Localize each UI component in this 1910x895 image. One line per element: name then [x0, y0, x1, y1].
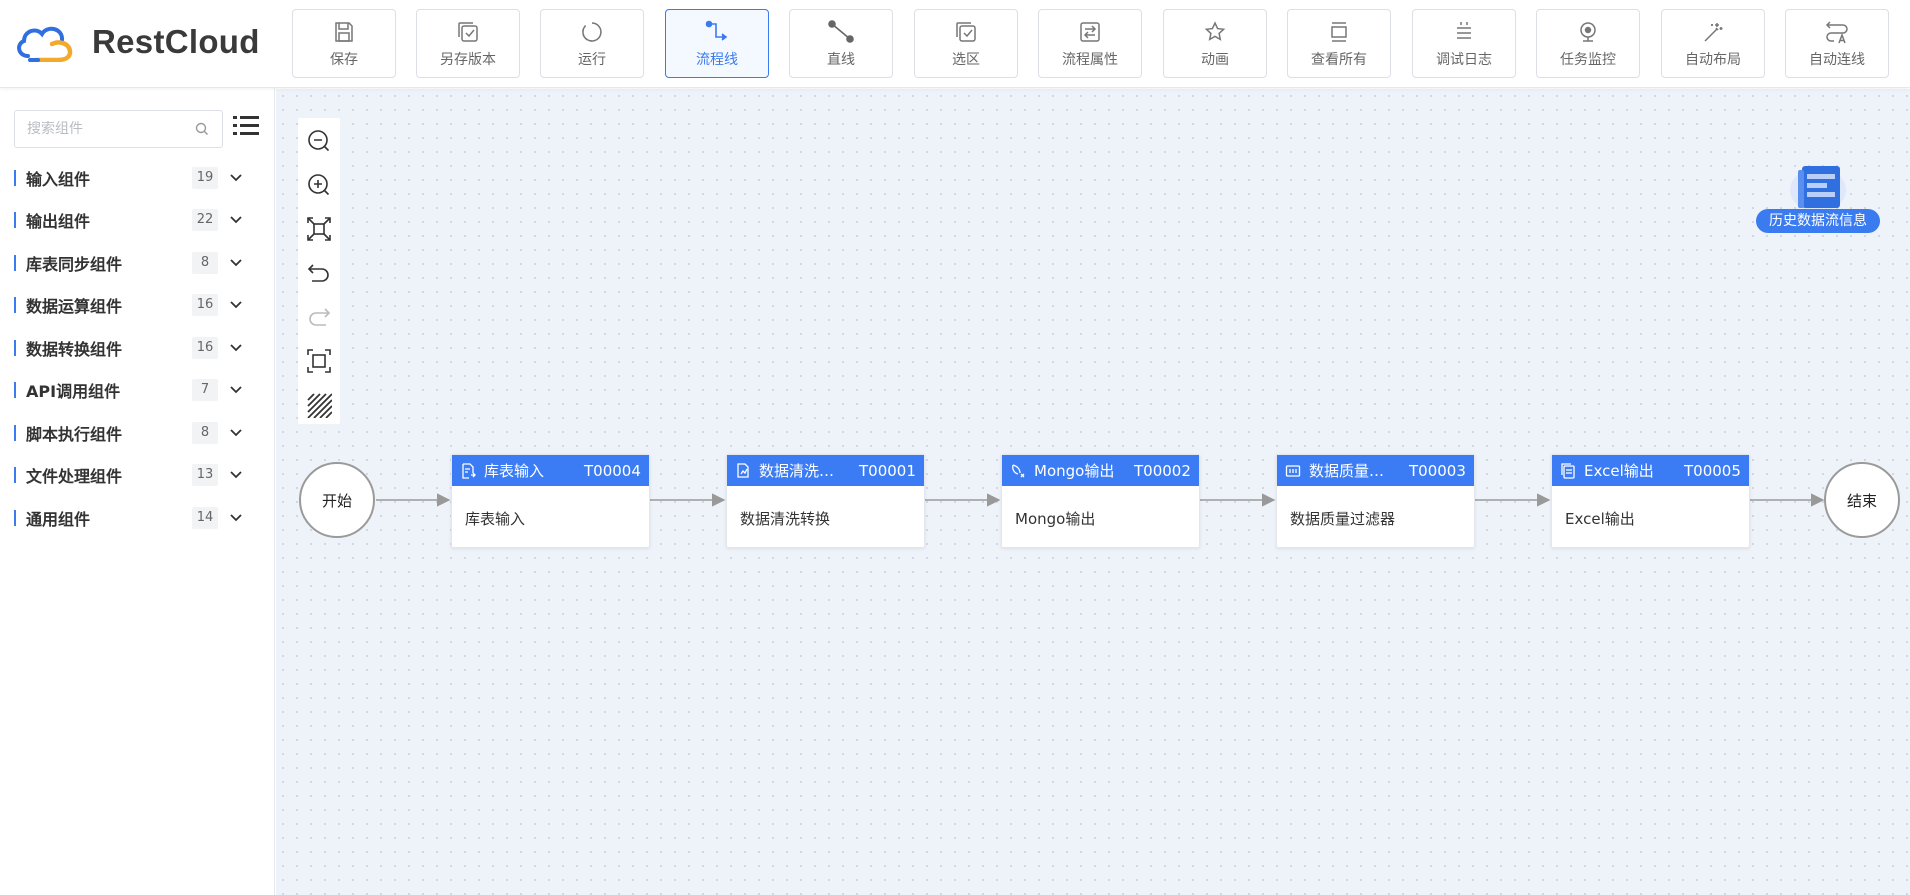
straight-line-icon — [828, 19, 854, 45]
task-node-header: 库表输入 T00004 — [452, 455, 649, 486]
straight-line-button[interactable]: 直线 — [789, 9, 893, 78]
task-node-id: T00001 — [859, 461, 916, 480]
flow-properties-button[interactable]: 流程属性 — [1038, 9, 1142, 78]
flow-properties-icon — [1077, 19, 1103, 45]
task-node-description: Excel输出 — [1565, 510, 1635, 528]
auto-layout-button[interactable]: 自动布局 — [1661, 9, 1765, 78]
debug-log-button[interactable]: 调试日志 — [1412, 9, 1516, 78]
save-version-icon — [455, 19, 481, 45]
auto-connect-button[interactable]: 自动连线 — [1785, 9, 1889, 78]
task-node-title: Excel输出 — [1584, 462, 1654, 480]
save-button[interactable]: 保存 — [292, 9, 396, 78]
save-version-button[interactable]: 另存版本 — [416, 9, 520, 78]
flow-line-label: 流程线 — [696, 52, 738, 68]
task-node-id: T00002 — [1134, 461, 1191, 480]
task-monitor-button[interactable]: 任务监控 — [1536, 9, 1640, 78]
view-all-icon — [1326, 19, 1352, 45]
save-label: 保存 — [330, 52, 358, 68]
animation-label: 动画 — [1201, 52, 1229, 68]
data-quality-icon — [1285, 462, 1303, 480]
logo-text: RestCloud — [92, 23, 260, 60]
task-node-description: 库表输入 — [465, 510, 526, 528]
task-node-id: T00004 — [584, 461, 641, 480]
mongo-output-icon — [1010, 462, 1028, 480]
auto-layout-label: 自动布局 — [1685, 52, 1741, 68]
task-node-id: T00005 — [1684, 461, 1741, 480]
cloud-logo-icon — [17, 26, 73, 62]
table-input-icon — [460, 462, 478, 480]
restcloud-logo: RestCloud — [14, 22, 260, 62]
task-node-data-quality[interactable]: 数据质量… T00003 数据质量过滤器 — [1276, 454, 1475, 548]
task-node-header: 数据清洗… T00001 — [727, 455, 924, 486]
auto-connect-icon — [1824, 19, 1850, 45]
task-node-description: 数据质量过滤器 — [1290, 510, 1396, 528]
flow-line-icon — [704, 19, 730, 45]
flow-properties-label: 流程属性 — [1062, 52, 1118, 68]
task-node-description: 数据清洗转换 — [740, 510, 831, 528]
debug-log-icon — [1451, 19, 1477, 45]
save-version-label: 另存版本 — [440, 52, 496, 68]
selection-icon — [953, 19, 979, 45]
task-monitor-icon — [1575, 19, 1601, 45]
selection-label: 选区 — [952, 52, 980, 68]
task-node-title: Mongo输出 — [1034, 462, 1115, 480]
animation-icon — [1202, 19, 1228, 45]
task-node-title: 数据质量… — [1309, 462, 1385, 480]
task-monitor-label: 任务监控 — [1560, 52, 1616, 68]
task-node-id: T00003 — [1409, 461, 1466, 480]
end-node[interactable]: 结束 — [1824, 462, 1900, 538]
history-dataflow-label: 历史数据流信息 — [1756, 209, 1880, 233]
run-icon — [579, 19, 605, 45]
run-label: 运行 — [578, 52, 606, 68]
task-node-mongo-output[interactable]: Mongo输出 T00002 Mongo输出 — [1001, 454, 1200, 548]
view-all-label: 查看所有 — [1311, 52, 1367, 68]
task-node-header: Excel输出 T00005 — [1552, 455, 1749, 486]
auto-connect-label: 自动连线 — [1809, 52, 1865, 68]
run-button[interactable]: 运行 — [540, 9, 644, 78]
debug-log-label: 调试日志 — [1436, 52, 1492, 68]
flow-connectors — [376, 493, 1825, 507]
view-all-button[interactable]: 查看所有 — [1287, 9, 1391, 78]
straight-line-label: 直线 — [827, 52, 855, 68]
start-node[interactable]: 开始 — [299, 462, 375, 538]
task-node-table-input[interactable]: 库表输入 T00004 库表输入 — [451, 454, 650, 548]
top-toolbar: RestCloud 保存 另存版本 运行 流程线 直线 选区 流程属性 动画 查… — [0, 0, 1910, 88]
task-node-title: 库表输入 — [484, 462, 545, 480]
task-node-data-cleansing[interactable]: 数据清洗… T00001 数据清洗转换 — [726, 454, 925, 548]
excel-output-icon — [1560, 462, 1578, 480]
auto-layout-icon — [1700, 19, 1726, 45]
task-node-title: 数据清洗… — [759, 462, 835, 480]
flow-line-button[interactable]: 流程线 — [665, 9, 769, 78]
task-node-excel-output[interactable]: Excel输出 T00005 Excel输出 — [1551, 454, 1750, 548]
selection-button[interactable]: 选区 — [914, 9, 1018, 78]
data-cleansing-icon — [735, 462, 753, 480]
task-node-header: Mongo输出 T00002 — [1002, 455, 1199, 486]
task-node-header: 数据质量… T00003 — [1277, 455, 1474, 486]
task-node-description: Mongo输出 — [1015, 510, 1096, 528]
animation-button[interactable]: 动画 — [1163, 9, 1267, 78]
save-icon — [331, 19, 357, 45]
history-dataflow-button[interactable]: 历史数据流信息 — [1756, 160, 1880, 234]
